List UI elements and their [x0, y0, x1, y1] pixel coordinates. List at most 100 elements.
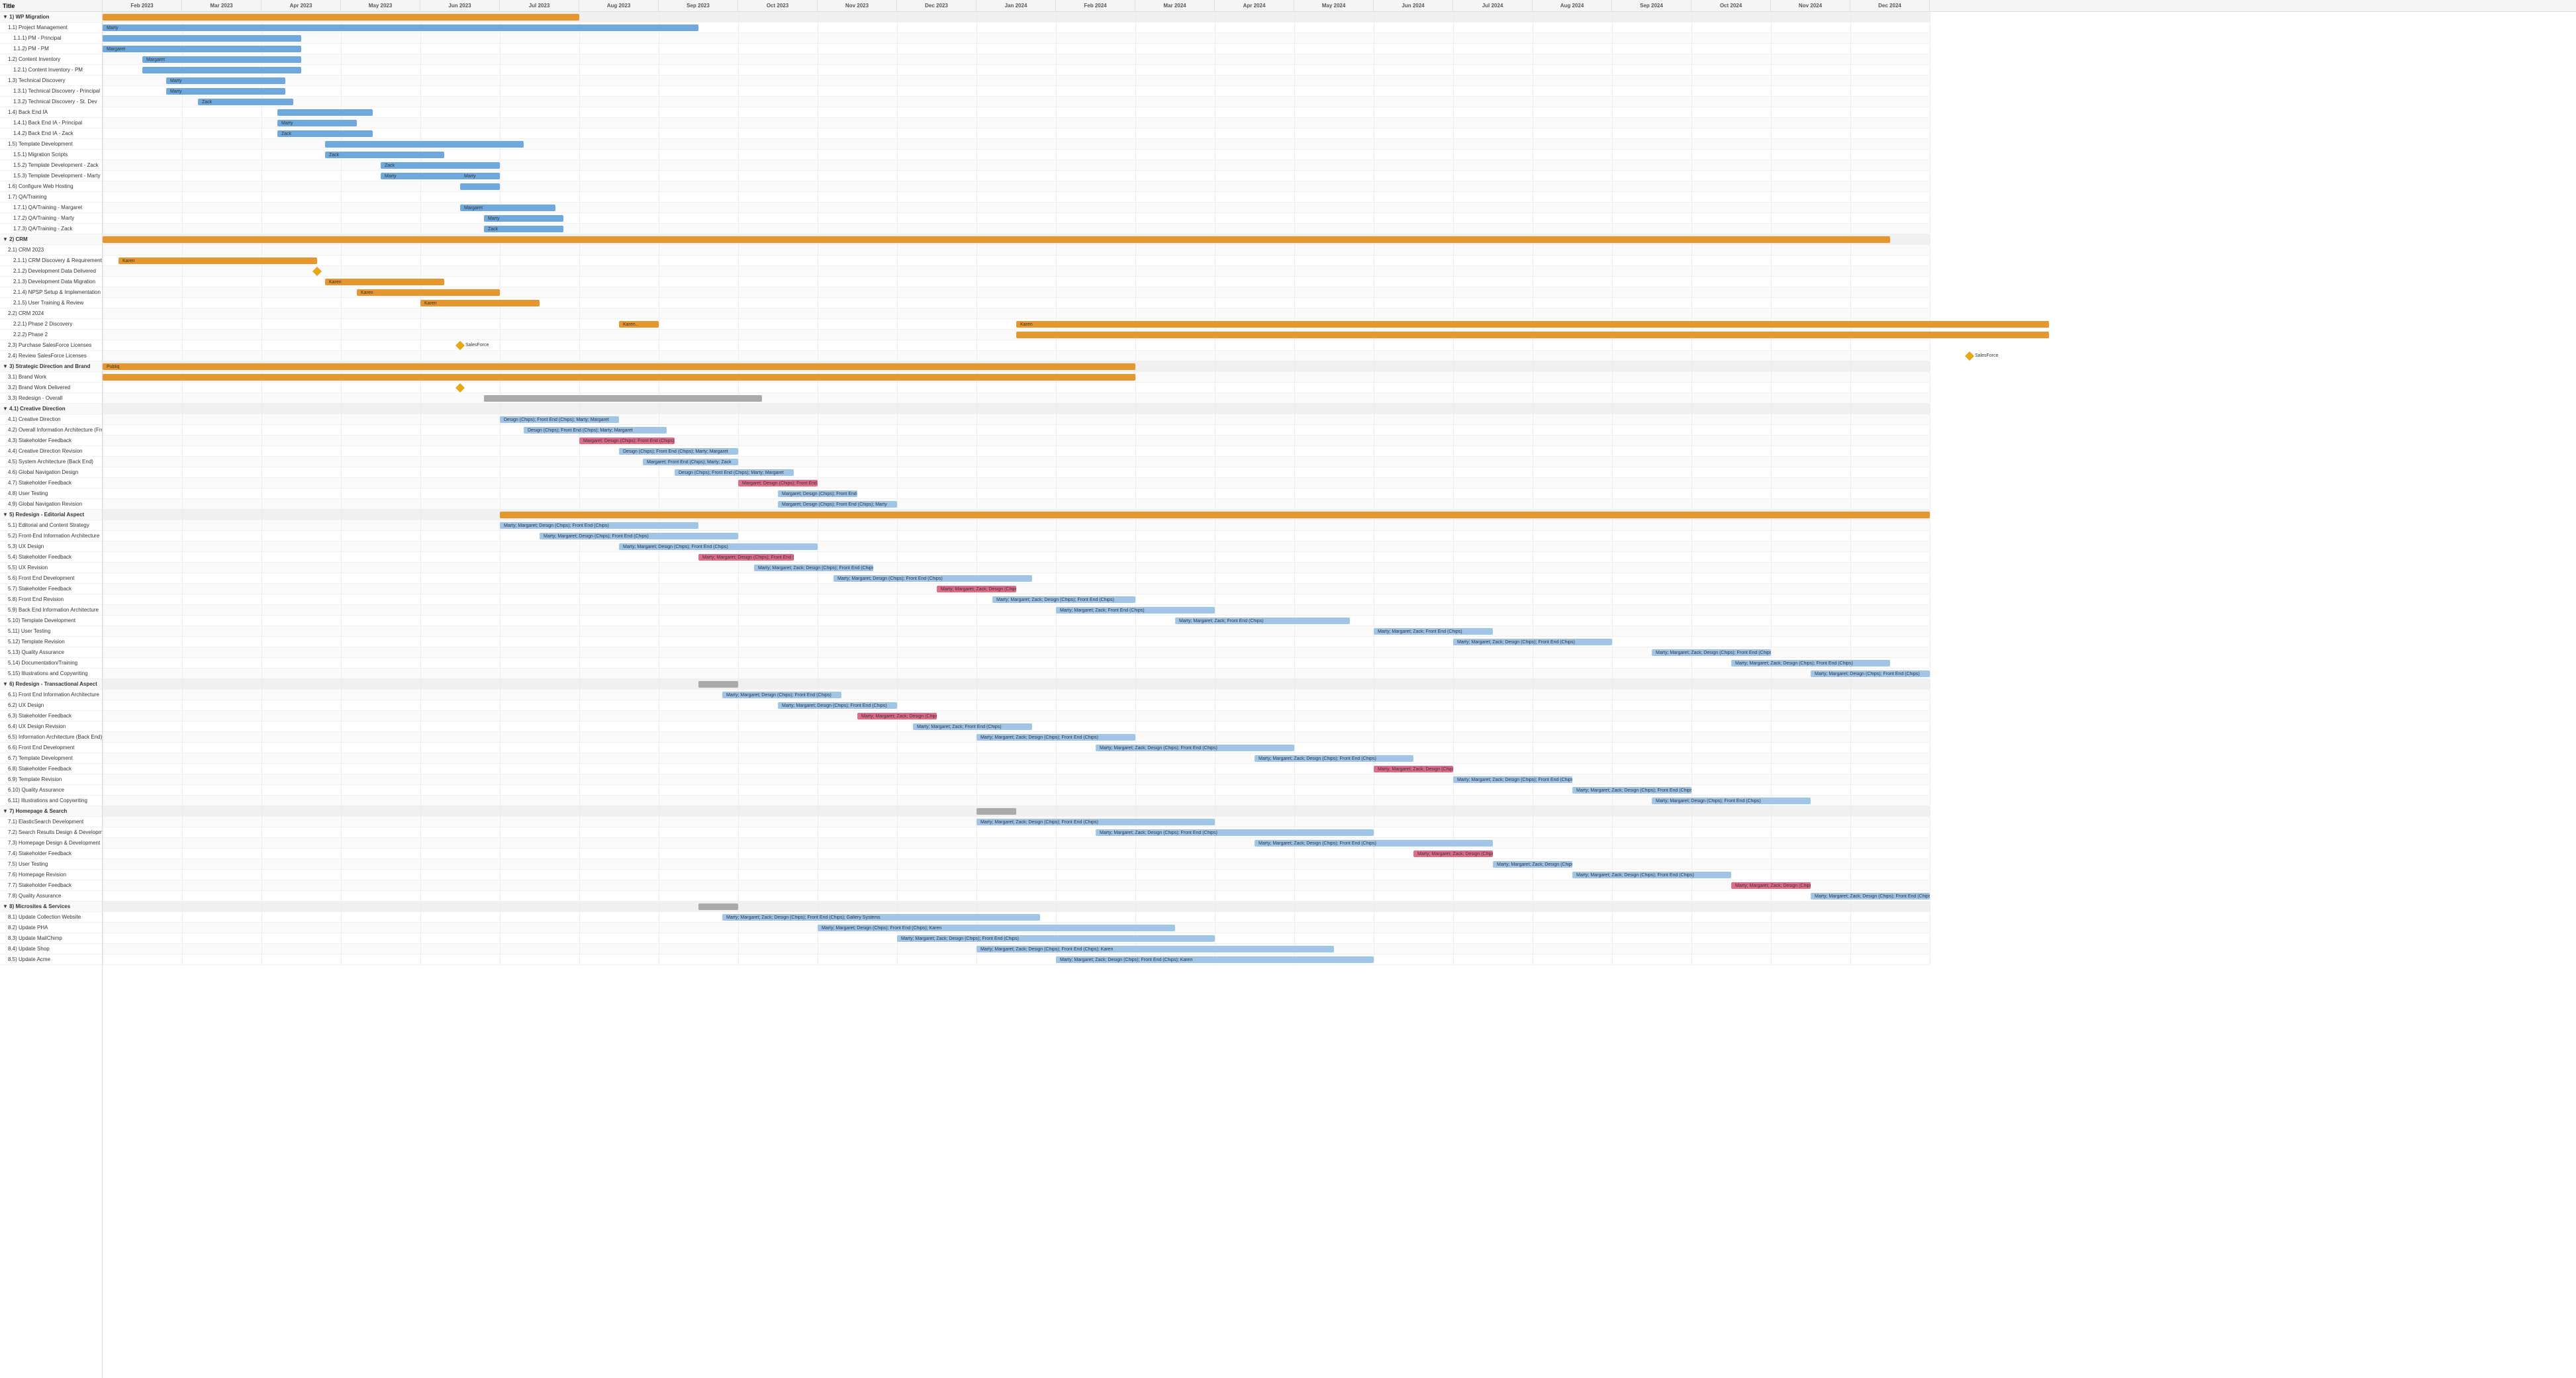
- sidebar-item-1.3.2[interactable]: 1.3.2) Technical Discovery - St. Dev: [0, 97, 102, 107]
- sidebar-item-5.1[interactable]: 5.1) Editorial and Content Strategy: [0, 520, 102, 531]
- sidebar-item-1.1.1[interactable]: 1.1.1) PM - Principal: [0, 33, 102, 44]
- sidebar-item-2.1.5[interactable]: 2.1.5) User Training & Review: [0, 298, 102, 308]
- sidebar-item-5.4[interactable]: 5.4) Stakeholder Feedback: [0, 552, 102, 563]
- sidebar-item-5.13[interactable]: 5.13) Quality Assurance: [0, 647, 102, 658]
- sidebar-item-6.6[interactable]: 6.6) Front End Development: [0, 743, 102, 753]
- sidebar-item-1.7.3[interactable]: 1.7.3) QA/Training - Zack: [0, 224, 102, 234]
- sidebar-item-2.1.3[interactable]: 2.1.3) Development Data Migration: [0, 277, 102, 287]
- sidebar-item-4.7[interactable]: 4.7) Stakeholder Feedback: [0, 478, 102, 488]
- grid-line: [1612, 605, 1613, 615]
- sidebar-item-7.3[interactable]: 7.3) Homepage Design & Development: [0, 838, 102, 849]
- sidebar-item-2.1.2[interactable]: 2.1.2) Development Data Delivered: [0, 266, 102, 277]
- sidebar-item-7.1[interactable]: 7.1) ElasticSearch Development: [0, 817, 102, 827]
- sidebar-item-1.4.1[interactable]: 1.4.1) Back End IA - Principal: [0, 118, 102, 128]
- sidebar-item-8.1[interactable]: 8.1) Update Collection Website: [0, 912, 102, 923]
- gantt-bar: Zack: [381, 162, 500, 169]
- month-Mar-2023: Mar 2023: [182, 0, 262, 11]
- sidebar-item-2.2.1[interactable]: 2.2.1) Phase 2 Discovery: [0, 319, 102, 330]
- sidebar-item-6.7[interactable]: 6.7) Template Development: [0, 753, 102, 764]
- sidebar-item-4.1[interactable]: 4.1) Creative Direction: [0, 414, 102, 425]
- sidebar-item-5.14[interactable]: 5.14) Documentation/Training: [0, 658, 102, 668]
- sidebar-item-7.8[interactable]: 7.8) Quality Assurance: [0, 891, 102, 901]
- sidebar-item-1.5[interactable]: 1.5) Template Development: [0, 139, 102, 150]
- sidebar-item-8.4[interactable]: 8.4) Update Shop: [0, 944, 102, 954]
- sidebar-item-1.2.1[interactable]: 1.2.1) Content Inventory - PM: [0, 65, 102, 75]
- sidebar-item-5.8[interactable]: 5.8) Front End Revision: [0, 594, 102, 605]
- sidebar-item-2[interactable]: ▼ 2) CRM: [0, 234, 102, 245]
- sidebar-item-5.6[interactable]: 5.6) Front End Development: [0, 573, 102, 584]
- sidebar-item-1.6[interactable]: 1.6) Configure Web Hosting: [0, 181, 102, 192]
- sidebar-item-4.3[interactable]: 4.3) Stakeholder Feedback: [0, 436, 102, 446]
- sidebar-item-7[interactable]: ▼ 7) Homepage & Search: [0, 806, 102, 817]
- sidebar-item-1.4[interactable]: 1.4) Back End IA: [0, 107, 102, 118]
- sidebar-item-5.15[interactable]: 5.15) Illustrations and Copywriting: [0, 668, 102, 679]
- sidebar-item-6.5[interactable]: 6.5) Information Architecture (Back End): [0, 732, 102, 743]
- sidebar-item-8.3[interactable]: 8.3) Update MailChimp: [0, 933, 102, 944]
- sidebar-item-2.2[interactable]: 2.2) CRM 2024: [0, 308, 102, 319]
- sidebar-item-5.12[interactable]: 5.12) Template Revision: [0, 637, 102, 647]
- sidebar-item-2.1.4[interactable]: 2.1.4) NPSP Setup & Implementation: [0, 287, 102, 298]
- sidebar-item-4.8[interactable]: 4.8) User Testing: [0, 488, 102, 499]
- sidebar-item-2.2.2[interactable]: 2.2.2) Phase 2: [0, 330, 102, 340]
- grid-line: [420, 128, 421, 138]
- sidebar-item-1.7[interactable]: 1.7) QA/Training: [0, 192, 102, 203]
- sidebar-item-1.5.1[interactable]: 1.5.1) Migration Scripts: [0, 150, 102, 160]
- sidebar-item-4.9[interactable]: 4.9) Global Navigation Revision: [0, 499, 102, 510]
- sidebar-item-1.7.2[interactable]: 1.7.2) QA/Training - Marty: [0, 213, 102, 224]
- sidebar-item-1.3[interactable]: 1.3) Technical Discovery: [0, 75, 102, 86]
- sidebar-item-8.2[interactable]: 8.2) Update PHA: [0, 923, 102, 933]
- sidebar-item-6.1[interactable]: 6.1) Front End Information Architecture: [0, 690, 102, 700]
- sidebar-item-8.5[interactable]: 8.5) Update Acme: [0, 954, 102, 965]
- sidebar-item-5[interactable]: ▼ 5) Redesign - Editorial Aspect: [0, 510, 102, 520]
- sidebar-item-7.2[interactable]: 7.2) Search Results Design & Development: [0, 827, 102, 838]
- sidebar-item-6.10[interactable]: 6.10) Quality Assurance: [0, 785, 102, 796]
- sidebar-item-4[interactable]: ▼ 4.1) Creative Direction: [0, 404, 102, 414]
- sidebar-item-6.2[interactable]: 6.2) UX Design: [0, 700, 102, 711]
- sidebar-item-6.8[interactable]: 6.8) Stakeholder Feedback: [0, 764, 102, 774]
- sidebar-item-1.2[interactable]: 1.2) Content Inventory: [0, 54, 102, 65]
- sidebar-item-4.6[interactable]: 4.6) Global Navigation Design: [0, 467, 102, 478]
- grid-line: [1215, 541, 1216, 551]
- sidebar-item-1.3.1[interactable]: 1.3.1) Technical Discovery - Principal: [0, 86, 102, 97]
- sidebar-item-6.4[interactable]: 6.4) UX Design Revision: [0, 721, 102, 732]
- grid-line: [341, 933, 342, 943]
- sidebar-item-5.5[interactable]: 5.5) UX Revision: [0, 563, 102, 573]
- sidebar-item-5.7[interactable]: 5.7) Stakeholder Feedback: [0, 584, 102, 594]
- sidebar-item-5.3[interactable]: 5.3) UX Design: [0, 541, 102, 552]
- sidebar-item-1.7.1[interactable]: 1.7.1) QA/Training - Margaret: [0, 203, 102, 213]
- sidebar-item-2.1[interactable]: 2.1) CRM 2023: [0, 245, 102, 255]
- sidebar-item-5.10[interactable]: 5.10) Template Development: [0, 616, 102, 626]
- sidebar-item-7.7[interactable]: 7.7) Stakeholder Feedback: [0, 880, 102, 891]
- gantt-area[interactable]: Feb 2023Mar 2023Apr 2023May 2023Jun 2023…: [103, 0, 2576, 1378]
- sidebar-item-2.1.1[interactable]: 2.1.1) CRM Discovery & Requirements: [0, 255, 102, 266]
- sidebar-item-2.3[interactable]: 2.3) Purchase SalesForce Licenses: [0, 340, 102, 351]
- sidebar-item-7.6[interactable]: 7.6) Homepage Revision: [0, 870, 102, 880]
- sidebar-item-1.1.2[interactable]: 1.1.2) PM - PM: [0, 44, 102, 54]
- sidebar-item-6.11[interactable]: 6.11) Illustrations and Copywriting: [0, 796, 102, 806]
- sidebar-item-6.9[interactable]: 6.9) Template Revision: [0, 774, 102, 785]
- sidebar-item-5.9[interactable]: 5.9) Back End Information Architecture: [0, 605, 102, 616]
- sidebar-item-4.4[interactable]: 4.4) Creative Direction Revision: [0, 446, 102, 457]
- sidebar-item-7.4[interactable]: 7.4) Stakeholder Feedback: [0, 849, 102, 859]
- sidebar-item-3.2[interactable]: 3.2) Brand Work Delivered: [0, 383, 102, 393]
- grid-line: [1294, 255, 1295, 265]
- sidebar-item-7.5[interactable]: 7.5) User Testing: [0, 859, 102, 870]
- sidebar-item-4.2[interactable]: 4.2) Overall Information Architecture (F…: [0, 425, 102, 436]
- sidebar-item-3[interactable]: ▼ 3) Strategic Direction and Brand: [0, 361, 102, 372]
- sidebar-item-5.11[interactable]: 5.11) User Testing: [0, 626, 102, 637]
- bar-label: Marty; Margaret; Zack; Design (Chips); F…: [1735, 661, 1853, 666]
- sidebar-item-4.5[interactable]: 4.5) System Architecture (Back End): [0, 457, 102, 467]
- sidebar-item-3.1[interactable]: 3.1) Brand Work: [0, 372, 102, 383]
- sidebar-item-2.4[interactable]: 2.4) Review SalesForce Licenses: [0, 351, 102, 361]
- sidebar-item-1.4.2[interactable]: 1.4.2) Back End IA - Zack: [0, 128, 102, 139]
- sidebar-item-1[interactable]: ▼ 1) WP Migration: [0, 12, 102, 23]
- sidebar-item-6.3[interactable]: 6.3) Stakeholder Feedback: [0, 711, 102, 721]
- sidebar-item-3.3[interactable]: 3.3) Redesign - Overall: [0, 393, 102, 404]
- sidebar-item-8[interactable]: ▼ 8) Microsites & Services: [0, 901, 102, 912]
- sidebar-item-5.2[interactable]: 5.2) Front-End Information Architecture: [0, 531, 102, 541]
- sidebar-item-1.1[interactable]: 1.1) Project Management: [0, 23, 102, 33]
- sidebar-item-1.5.2[interactable]: 1.5.2) Template Development - Zack: [0, 160, 102, 171]
- sidebar-item-6[interactable]: ▼ 6) Redesign - Transactional Aspect: [0, 679, 102, 690]
- sidebar-item-1.5.3[interactable]: 1.5.3) Template Development - Marty: [0, 171, 102, 181]
- grid-line: [341, 764, 342, 774]
